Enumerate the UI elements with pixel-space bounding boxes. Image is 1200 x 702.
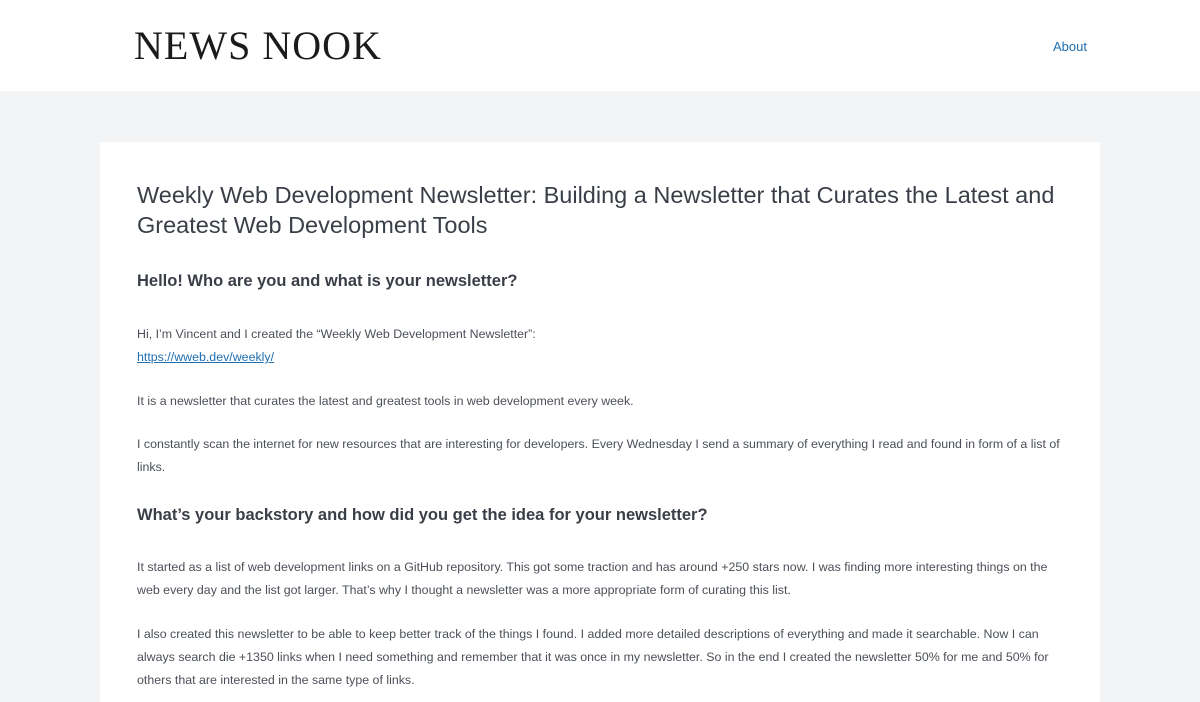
paragraph-text: Hi, I’m Vincent and I created the “Weekl… (137, 327, 536, 341)
site-logo[interactable]: NEWS NOOK (134, 24, 382, 68)
site-header: NEWS NOOK About (0, 0, 1200, 91)
newsletter-link[interactable]: https://wweb.dev/weekly/ (137, 350, 274, 364)
article-card: Weekly Web Development Newsletter: Build… (100, 142, 1100, 702)
article-title: Weekly Web Development Newsletter: Build… (137, 182, 1055, 238)
paragraph: It started as a list of web development … (137, 560, 1048, 597)
paragraph: It is a newsletter that curates the late… (137, 394, 634, 408)
paragraph: I also created this newsletter to be abl… (137, 627, 1049, 687)
paragraph: I constantly scan the internet for new r… (137, 437, 1060, 474)
section-heading: Hello! Who are you and what is your news… (137, 272, 518, 290)
nav-link-about[interactable]: About (1053, 38, 1087, 55)
paragraph: Hi, I’m Vincent and I created the “Weekl… (137, 323, 1067, 369)
section-heading: What’s your backstory and how did you ge… (137, 506, 708, 524)
